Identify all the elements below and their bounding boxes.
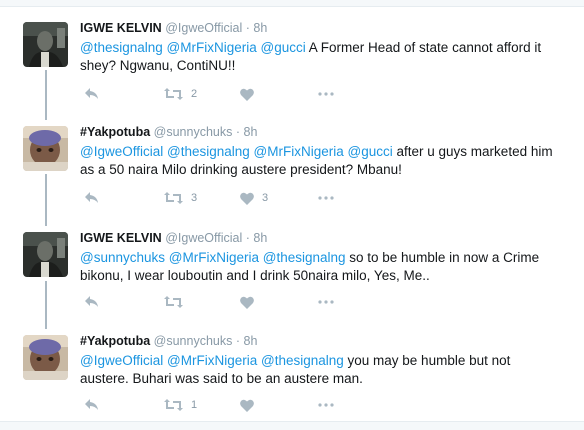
- separator-dot: ·: [235, 125, 241, 139]
- heart-icon: [240, 399, 254, 412]
- separator-dot: ·: [245, 21, 250, 35]
- top-divider: [0, 0, 584, 7]
- reply-icon: [85, 399, 98, 410]
- tweet-text-line2: as a 50 naira Milo drinking austere pres…: [80, 162, 402, 177]
- reply-button[interactable]: [84, 84, 100, 104]
- mention-link[interactable]: @MrFixNigeria: [167, 40, 257, 55]
- retweet-button[interactable]: 2: [164, 84, 197, 104]
- retweet-icon: [164, 192, 183, 204]
- more-icon: [318, 92, 334, 96]
- timestamp[interactable]: 8h: [244, 334, 258, 348]
- avatar[interactable]: [23, 22, 68, 67]
- tweet-actions: 1: [80, 395, 380, 415]
- heart-icon: [240, 296, 254, 309]
- timestamp[interactable]: 8h: [253, 21, 267, 35]
- reply-button[interactable]: [84, 292, 100, 312]
- mention-link[interactable]: @thesignalng: [261, 353, 344, 368]
- tweet-text-line1: so to be humble in now a Crime: [345, 250, 540, 265]
- mention-link[interactable]: @thesignalng: [263, 250, 346, 265]
- like-button[interactable]: [240, 84, 262, 104]
- reply-icon: [85, 296, 98, 307]
- retweet-count: 1: [191, 399, 198, 411]
- tweet-text-line1: A Former Head of state cannot afford it: [305, 40, 542, 55]
- mention-link[interactable]: @sunnychuks: [80, 250, 165, 265]
- tweet-text: @thesignalng @MrFixNigeria @gucci A Form…: [80, 39, 575, 75]
- display-name[interactable]: #Yakpotuba: [80, 334, 150, 348]
- tweet-text-line1: after u guys marketed him: [392, 144, 553, 159]
- mention-link[interactable]: @gucci: [348, 144, 393, 159]
- more-button[interactable]: [318, 188, 334, 208]
- heart-icon: [240, 192, 254, 205]
- avatar[interactable]: [23, 126, 68, 171]
- user-handle[interactable]: @sunnychuks: [154, 334, 233, 348]
- avatar-photo-yakpotuba: [23, 335, 68, 380]
- more-button[interactable]: [318, 84, 334, 104]
- reply-icon: [85, 88, 98, 99]
- thread-line: [45, 281, 47, 329]
- tweet-actions: [80, 292, 380, 312]
- more-button[interactable]: [318, 395, 334, 415]
- reply-button[interactable]: [84, 188, 100, 208]
- tweet-text: @sunnychuks @MrFixNigeria @thesignalng s…: [80, 249, 575, 285]
- retweet-button[interactable]: [164, 292, 191, 312]
- more-icon: [318, 196, 334, 200]
- more-icon: [318, 403, 334, 407]
- avatar-photo-igwe: [23, 22, 68, 67]
- mention-link[interactable]: @MrFixNigeria: [167, 353, 257, 368]
- reply-icon: [85, 192, 98, 203]
- mention-link[interactable]: @MrFixNigeria: [254, 144, 344, 159]
- like-button[interactable]: [240, 395, 262, 415]
- mention-link[interactable]: @IgweOfficial: [80, 353, 163, 368]
- more-button[interactable]: [318, 292, 334, 312]
- display-name[interactable]: IGWE KELVIN: [80, 231, 162, 245]
- avatar[interactable]: [23, 232, 68, 277]
- mention-link[interactable]: @IgweOfficial: [80, 144, 163, 159]
- retweet-icon: [164, 399, 183, 411]
- avatar-photo-igwe: [23, 232, 68, 277]
- timestamp[interactable]: 8h: [253, 231, 267, 245]
- retweet-count: 3: [191, 192, 198, 204]
- retweet-button[interactable]: 3: [164, 188, 197, 208]
- separator-dot: ·: [245, 231, 250, 245]
- avatar[interactable]: [23, 335, 68, 380]
- tweet-text-line2: shey? Ngwanu, ContiNU!!: [80, 58, 236, 73]
- tweet-actions: 2: [80, 84, 380, 104]
- like-count: 3: [262, 192, 269, 204]
- tweet-actions: 3 3: [80, 188, 380, 208]
- mention-link[interactable]: @gucci: [261, 40, 306, 55]
- like-button[interactable]: [240, 292, 262, 312]
- user-handle[interactable]: @sunnychuks: [154, 125, 233, 139]
- tweet-text: @IgweOfficial @MrFixNigeria @thesignalng…: [80, 352, 575, 388]
- thread-line: [45, 70, 47, 120]
- display-name[interactable]: IGWE KELVIN: [80, 21, 162, 35]
- thread-line: [45, 174, 47, 226]
- heart-icon: [240, 88, 254, 101]
- display-name[interactable]: #Yakpotuba: [80, 125, 150, 139]
- mention-link[interactable]: @thesignalng: [167, 144, 250, 159]
- user-handle[interactable]: @IgweOfficial: [165, 21, 242, 35]
- timestamp[interactable]: 8h: [244, 125, 258, 139]
- tweet-text-line1: you may be humble but not: [343, 353, 511, 368]
- mention-link[interactable]: @thesignalng: [80, 40, 163, 55]
- avatar-photo-yakpotuba: [23, 126, 68, 171]
- more-icon: [318, 300, 334, 304]
- tweet-text: @IgweOfficial @thesignalng @MrFixNigeria…: [80, 143, 575, 179]
- retweet-button[interactable]: 1: [164, 395, 197, 415]
- separator-dot: ·: [235, 334, 241, 348]
- tweet-text-line2: bikonu, I wear louboutin and I drink 50n…: [80, 268, 430, 283]
- retweet-count: 2: [191, 88, 198, 100]
- reply-button[interactable]: [84, 395, 100, 415]
- like-button[interactable]: 3: [240, 188, 268, 208]
- retweet-icon: [164, 296, 183, 308]
- user-handle[interactable]: @IgweOfficial: [165, 231, 242, 245]
- retweet-icon: [164, 88, 183, 100]
- mention-link[interactable]: @MrFixNigeria: [169, 250, 259, 265]
- tweet-text-line2: austere. Buhari was said to be an auster…: [80, 371, 363, 386]
